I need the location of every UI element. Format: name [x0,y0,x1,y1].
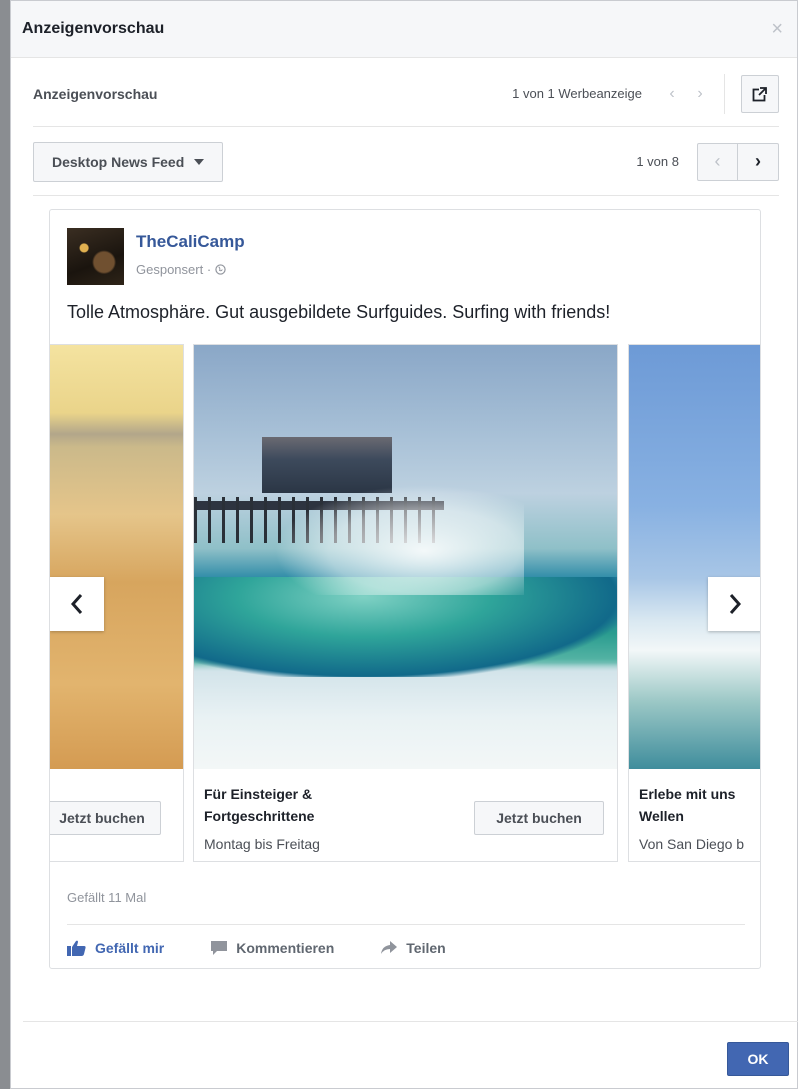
chevron-right-icon [729,594,742,614]
pager-buttons: ‹ › [697,142,779,181]
next-ad-icon[interactable]: › [690,85,710,103]
divider [67,924,745,925]
page-name-link[interactable]: TheCaliCamp [136,232,245,252]
prev-placement-button[interactable]: ‹ [698,143,738,180]
caret-down-icon [194,158,205,165]
book-now-button[interactable]: Jetzt buchen [474,801,604,835]
ad-counter: 1 von 1 Werbeanzeige [512,86,642,101]
comment-icon [211,941,228,955]
sponsored-label: Gesponsert [136,262,204,277]
post-actions: Gefällt mir Kommentieren Teilen [67,935,745,961]
open-external-icon [752,85,768,101]
open-external-button[interactable] [741,74,779,113]
thumbs-up-icon [67,940,86,956]
share-button[interactable]: Teilen [380,940,446,956]
divider [724,73,725,114]
share-icon [381,941,398,954]
carousel-card-footer: Für Einsteiger & Fortgeschrittene Montag… [194,769,617,861]
share-label: Teilen [406,940,446,956]
chevron-left-icon [70,594,83,614]
ad-preview-dialog: Anzeigenvorschau × Anzeigenvorschau 1 vo… [10,0,798,1089]
preview-title: Anzeigenvorschau [33,85,158,102]
placement-pager: 1 von 8 ‹ › [636,142,779,181]
carousel-image-wave[interactable] [629,345,760,769]
sponsored-line: Gesponsert · [136,262,226,277]
comment-label: Kommentieren [236,940,335,956]
placement-dropdown-label: Desktop News Feed [52,153,185,170]
carousel-card-footer: Jetzt buchen [50,769,183,861]
ad-navigation: 1 von 1 Werbeanzeige ‹ › [512,73,779,114]
carousel-image-beach[interactable] [50,345,183,769]
book-now-button[interactable]: Jetzt buchen [50,801,161,835]
placement-row: Desktop News Feed 1 von 8 ‹ › [33,128,779,196]
next-placement-button[interactable]: › [738,144,778,180]
avatar[interactable] [67,228,124,285]
close-icon[interactable]: × [771,19,783,39]
like-count[interactable]: Gefällt 11 Mal [67,890,146,905]
like-label: Gefällt mir [95,940,165,956]
carousel-card-footer: Erlebe mit uns Wellen Von San Diego b [629,769,760,861]
carousel-headline: Erlebe mit uns Wellen [639,786,736,824]
post-text: Tolle Atmosphäre. Gut ausgebildete Surfg… [67,302,611,322]
carousel-image-pier-wave[interactable] [194,345,617,769]
carousel-headline: Für Einsteiger & Fortgeschrittene [204,786,315,824]
carousel-card[interactable]: Für Einsteiger & Fortgeschrittene Montag… [193,344,618,862]
prev-ad-icon[interactable]: ‹ [662,85,682,103]
carousel-prev-button[interactable] [50,577,104,631]
divider [23,1021,798,1022]
like-button[interactable]: Gefällt mir [67,940,164,956]
comment-button[interactable]: Kommentieren [210,940,334,956]
carousel-description: Von San Diego b [639,836,745,852]
carousel-description: Montag bis Freitag [204,836,320,852]
carousel-next-button[interactable] [708,577,760,631]
carousel: Jetzt buchen Für Einsteiger & Fortgeschr… [50,344,760,864]
preview-header-row: Anzeigenvorschau 1 von 1 Werbeanzeige ‹ … [33,61,779,127]
globe-icon [215,264,226,275]
dialog-header: Anzeigenvorschau × [11,1,797,58]
dialog-title: Anzeigenvorschau [22,20,165,37]
placement-dropdown[interactable]: Desktop News Feed [33,141,224,182]
ok-button[interactable]: OK [727,1042,789,1076]
placement-counter: 1 von 8 [636,154,679,169]
ad-post-card: TheCaliCamp Gesponsert · Tolle Atmosphär… [49,209,761,969]
